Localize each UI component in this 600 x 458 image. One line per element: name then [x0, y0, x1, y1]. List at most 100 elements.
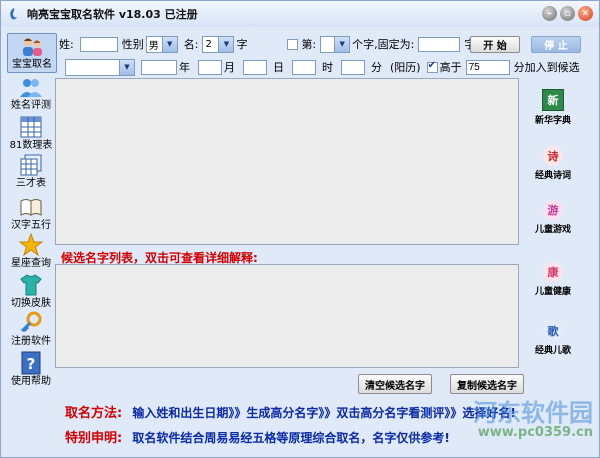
surname-input[interactable]	[79, 36, 118, 52]
score-threshold-input[interactable]	[465, 59, 510, 75]
calendar-type-label: (阳历)	[390, 61, 421, 74]
note-text: 取名软件结合周易易经五格等原理综合取名，名字仅供参考!	[132, 431, 450, 445]
close-button[interactable]: ✕	[578, 6, 593, 21]
calendar-select[interactable]: ▼	[65, 58, 135, 76]
year-label: 年	[179, 61, 190, 74]
fixed-char-label: 个字,固定为:	[352, 38, 415, 51]
results-panel[interactable]	[55, 78, 519, 245]
method-line: 取名方法: 输入姓和出生日期》》生成高分名字》》双击高分名字看测评》》选择好名!	[65, 402, 516, 421]
tool-label: 儿童游戏	[534, 225, 571, 235]
sidebar-item-label: 81数理表	[9, 140, 53, 151]
fixed-position-select[interactable]: ▼	[320, 35, 351, 53]
name-length-label: 名:	[183, 38, 199, 51]
tool-label: 新华字典	[534, 116, 571, 126]
name-length-select[interactable]: 2 ▼	[202, 35, 235, 53]
sidebar-item-label: 三才表	[16, 178, 46, 189]
family-icon	[20, 34, 44, 58]
minute-input[interactable]	[341, 59, 365, 75]
tool-kids-games[interactable]: 游 儿童游戏	[528, 200, 578, 235]
health-icon: 康	[543, 262, 563, 282]
window-title: 响亮宝宝取名软件 v18.03 已注册	[27, 8, 198, 21]
month-input[interactable]	[198, 59, 222, 75]
note-line: 特别申明: 取名软件结合周易易经五格等原理综合取名，名字仅供参考!	[65, 427, 450, 446]
tool-classic-poems[interactable]: 诗 经典诗词	[528, 146, 578, 181]
hour-input[interactable]	[292, 59, 316, 75]
minute-label: 分	[371, 61, 382, 74]
song-icon: 歌	[543, 321, 563, 341]
sidebar-item-label: 汉字五行	[11, 220, 51, 231]
month-label: 月	[224, 61, 235, 74]
app-logo-icon	[7, 7, 21, 21]
name-length-unit: 字	[236, 38, 248, 51]
chevron-down-icon: ▼	[334, 36, 350, 52]
tool-label: 经典诗词	[534, 171, 571, 181]
tool-label: 儿童健康	[534, 287, 571, 297]
sidebar-item-label: 注册软件	[11, 336, 51, 347]
tool-classic-songs[interactable]: 歌 经典儿歌	[528, 321, 578, 356]
sidebar-item-label: 切换皮肤	[11, 298, 51, 309]
book-icon	[19, 195, 43, 219]
watermark-url: www.pc0359.cn	[477, 425, 593, 440]
chevron-down-icon: ▼	[119, 59, 134, 75]
gender-label: 性别	[121, 38, 144, 51]
chevron-down-icon: ▼	[218, 36, 234, 52]
shirt-icon	[19, 273, 43, 297]
fixed-position-label: 第:	[301, 38, 317, 51]
watermark-title: 河东软件园	[473, 399, 593, 427]
minimize-button[interactable]: –	[542, 6, 557, 21]
score-threshold-checkbox[interactable]	[426, 60, 438, 73]
method-label: 取名方法:	[65, 406, 123, 421]
grid-table-icon	[19, 115, 43, 139]
sidebar-item-sancai-table[interactable]: 三才表	[7, 153, 55, 190]
tool-xinhua-dictionary[interactable]: 新 新华字典	[528, 89, 578, 126]
poem-icon: 诗	[543, 146, 563, 166]
sidebar-item-constellation[interactable]: 星座查询	[7, 232, 55, 270]
sidebar-item-label: 姓名评测	[11, 100, 51, 111]
method-text: 输入姓和出生日期》》生成高分名字》》双击高分名字看测评》》选择好名!	[132, 406, 516, 420]
table-stack-icon	[19, 153, 43, 177]
surname-label: 姓:	[59, 38, 74, 51]
form-row-birth: ▼ 年 月 日 时 分 (阳历) 高于 分加入到候选	[65, 58, 580, 76]
copy-candidates-button[interactable]: 复制候选名字	[450, 374, 524, 394]
sidebar-item-baby-naming[interactable]: 宝宝取名	[7, 33, 57, 73]
stop-button[interactable]: 停 止	[531, 36, 581, 53]
game-icon: 游	[543, 200, 563, 220]
day-label: 日	[273, 61, 284, 74]
gender-select[interactable]: 男 ▼	[145, 35, 178, 53]
fixed-char-input[interactable]	[418, 36, 461, 52]
sidebar-item-name-test[interactable]: 姓名评测	[7, 75, 55, 112]
start-button[interactable]: 开 始	[470, 36, 520, 53]
sidebar-item-help[interactable]: ? 使用帮助	[7, 351, 55, 388]
clear-candidates-button[interactable]: 清空候选名字	[358, 374, 432, 394]
people-icon	[19, 75, 43, 99]
dictionary-icon: 新	[542, 89, 564, 111]
chevron-down-icon: ▼	[161, 36, 177, 52]
sidebar-item-81-table[interactable]: 81数理表	[7, 115, 55, 152]
title-bar: 响亮宝宝取名软件 v18.03 已注册 – ▫ ✕	[1, 1, 599, 27]
name-length-value: 2	[205, 38, 212, 50]
sidebar-item-skin[interactable]: 切换皮肤	[7, 273, 55, 310]
tool-label: 经典儿歌	[534, 346, 571, 356]
help-icon: ?	[19, 351, 43, 375]
sidebar-item-five-elements[interactable]: 汉字五行	[7, 195, 55, 232]
svg-text:?: ?	[27, 355, 36, 373]
restore-button[interactable]: ▫	[560, 6, 575, 21]
year-input[interactable]	[141, 59, 177, 75]
hour-label: 时	[322, 61, 333, 74]
tool-kids-health[interactable]: 康 儿童健康	[528, 262, 578, 297]
sidebar-item-label: 宝宝取名	[12, 59, 52, 70]
gender-value: 男	[148, 40, 159, 52]
sidebar-item-label: 星座查询	[11, 258, 51, 269]
candidates-panel[interactable]	[55, 264, 519, 368]
day-input[interactable]	[243, 59, 267, 75]
sidebar-item-register[interactable]: 注册软件	[7, 311, 55, 348]
sidebar-item-label: 使用帮助	[11, 376, 51, 387]
app-window: 响亮宝宝取名软件 v18.03 已注册 – ▫ ✕ 宝宝取名 姓名评测 81数理…	[0, 0, 600, 458]
star-icon	[18, 232, 44, 257]
fixed-char-checkbox[interactable]	[287, 38, 299, 50]
key-icon	[19, 311, 43, 335]
note-label: 特别申明:	[65, 431, 123, 446]
score-threshold-label: 高于	[439, 61, 462, 74]
form-row-name: 姓: 性别 男 ▼ 名: 2 ▼ 字 第: ▼ 个字,固定为: 字	[59, 35, 475, 53]
score-threshold-suffix: 分加入到候选	[513, 61, 580, 74]
